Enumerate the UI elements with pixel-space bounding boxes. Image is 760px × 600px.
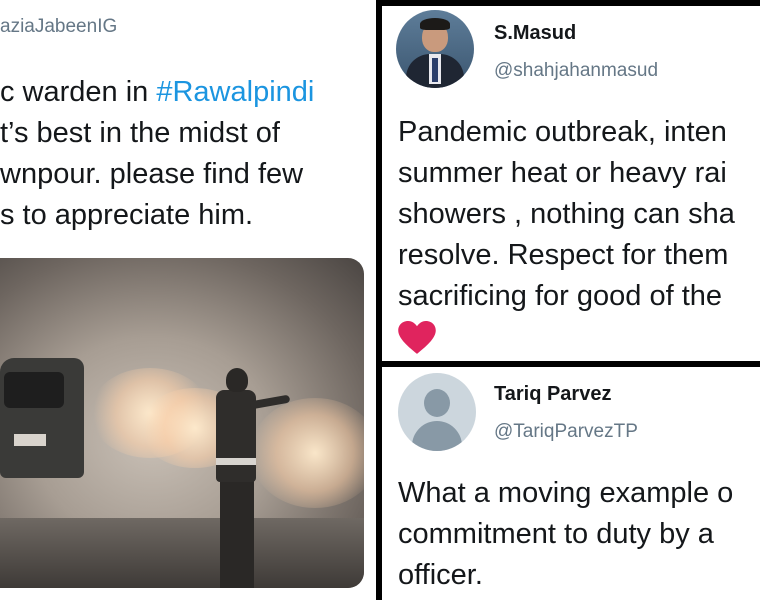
officer-belt [216,458,256,465]
tweet-line-1: c warden in #Rawalpindi [0,76,315,108]
author-name[interactable]: S.Masud [494,22,576,45]
tweet-line-5: sacrificing for good of the [398,280,723,312]
headlight-glow [250,398,364,508]
hashtag-link[interactable]: #Rawalpindi [156,76,314,108]
tweet-line-4: s to appreciate him. [0,199,254,231]
avatar-hair [420,18,450,30]
author-handle[interactable]: aziaJabeenIG [0,16,117,38]
tweet-line-1: What a moving example o [398,477,734,509]
tweet-line-1: Pandemic outbreak, inten [398,116,727,148]
tweet-text: Pandemic outbreak, inten summer heat or … [398,112,735,317]
author-handle[interactable]: @TariqParvezTP [494,421,638,443]
avatar-silhouette-body [412,421,462,451]
van-window [4,372,64,408]
tweet-line-2: commitment to duty by a [398,518,714,550]
tweet-line-3: officer. [398,559,483,591]
road [0,518,364,588]
tweet-text: c warden in #Rawalpindi t’s best in the … [0,72,314,236]
avatar-tie [432,58,438,82]
tweet-line-2: summer heat or heavy rai [398,157,727,189]
tweet-photo[interactable] [0,258,364,588]
officer-legs [220,480,254,588]
van [0,358,84,478]
tweet-card-tariq: Tariq Parvez @TariqParvezTP What a movin… [382,367,760,600]
tweet-line-4: resolve. Respect for them [398,239,729,271]
heart-icon [398,321,436,354]
tweet-card-masud: S.Masud @shahjahanmasud Pandemic outbrea… [382,6,760,361]
avatar-silhouette-head [424,389,450,417]
tweet-text: What a moving example o commitment to du… [398,473,733,596]
tweet-line-3: wnpour. please find few [0,158,304,190]
author-handle[interactable]: @shahjahanmasud [494,60,658,82]
avatar-default[interactable] [398,373,476,451]
tweet-card-left: aziaJabeenIG c warden in #Rawalpindi t’s… [0,0,376,600]
author-name[interactable]: Tariq Parvez [494,383,611,406]
officer-head [226,368,248,392]
tweet-line-3: showers , nothing can sha [398,198,735,230]
tweet-line-2: t’s best in the midst of [0,117,280,149]
avatar[interactable] [396,10,474,88]
van-plate [14,434,46,446]
